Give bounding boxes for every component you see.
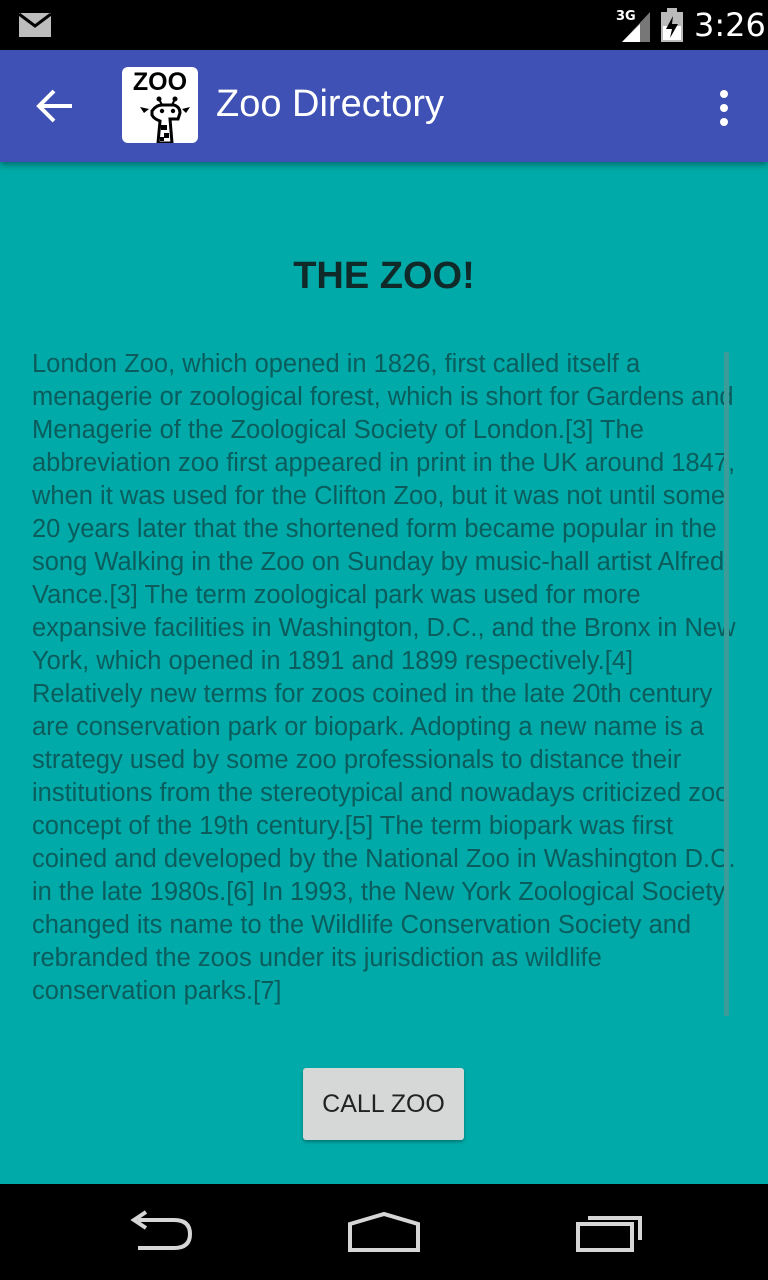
- overflow-menu-icon[interactable]: [704, 86, 744, 130]
- zoo-description: London Zoo, which opened in 1826, first …: [32, 350, 736, 1005]
- page-heading: THE ZOO!: [293, 255, 475, 297]
- back-nav-icon[interactable]: [124, 1210, 196, 1254]
- home-nav-icon[interactable]: [346, 1210, 422, 1254]
- app-bar: ZOO Zoo Directory: [0, 50, 768, 162]
- scrollbar[interactable]: [724, 352, 729, 1016]
- clock-time: 3:26: [694, 6, 766, 44]
- signal-icon: [622, 12, 650, 42]
- call-zoo-button[interactable]: CALL ZOO: [303, 1068, 464, 1140]
- battery-icon: [661, 8, 683, 42]
- app-logo: ZOO: [122, 67, 198, 143]
- giraffe-icon: [140, 96, 190, 143]
- status-bar: 3G 3:26: [0, 0, 768, 50]
- app-title: Zoo Directory: [216, 83, 445, 125]
- navigation-bar: [0, 1184, 768, 1280]
- description-scroll-view[interactable]: London Zoo, which opened in 1826, first …: [32, 348, 740, 1054]
- back-arrow-icon[interactable]: [34, 86, 78, 126]
- recents-nav-icon[interactable]: [574, 1210, 646, 1254]
- mail-icon: [18, 12, 52, 37]
